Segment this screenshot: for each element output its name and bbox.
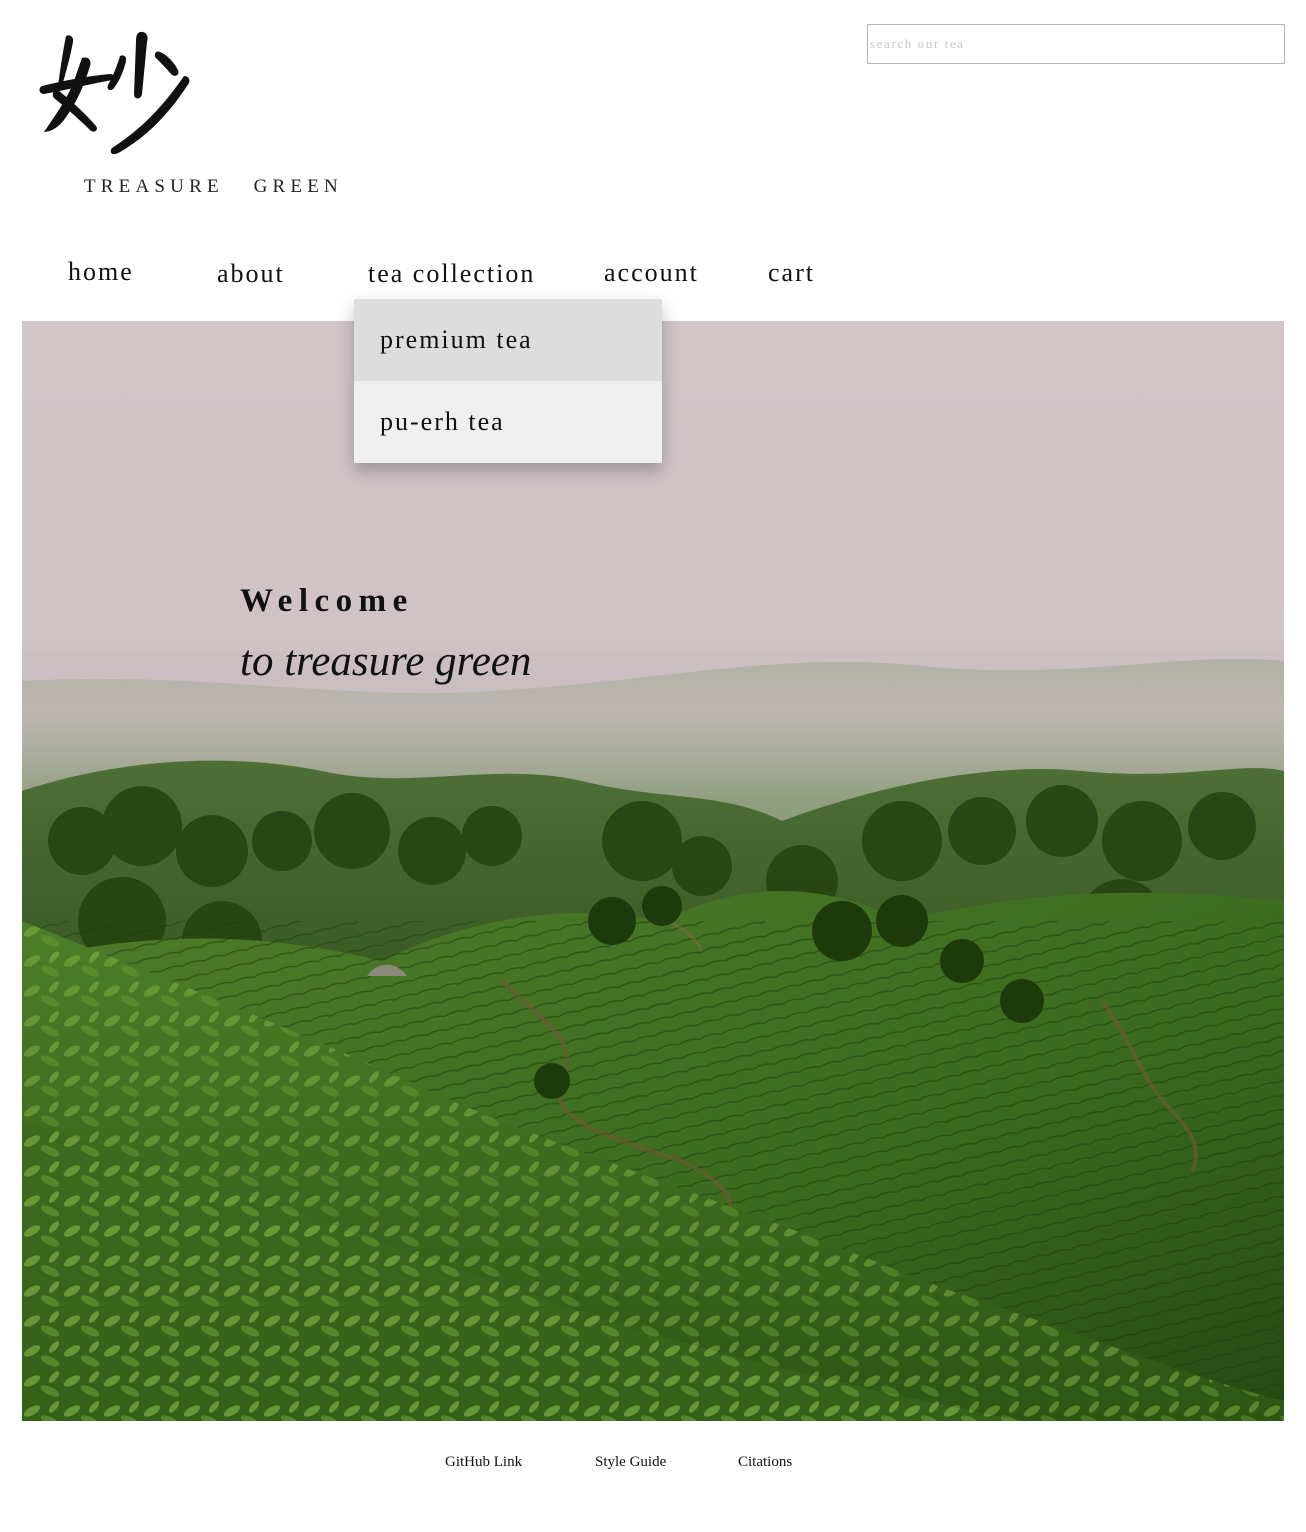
main-nav: home about tea collection account cart <box>0 250 1306 300</box>
footer-github-link[interactable]: GitHub Link <box>445 1454 522 1471</box>
footer-citations-link[interactable]: Citations <box>738 1454 792 1471</box>
hero-section: Welcome to treasure green <box>22 321 1284 1421</box>
tea-collection-dropdown: premium tea pu-erh tea <box>354 299 662 463</box>
nav-home-link[interactable]: home <box>68 257 134 287</box>
brand-name: TREASURE GREEN <box>84 176 343 197</box>
welcome-subtitle: to treasure green <box>240 638 532 685</box>
tea-plantation-image <box>22 321 1284 1421</box>
welcome-heading: Welcome <box>240 583 414 619</box>
dropdown-item-premium-tea[interactable]: premium tea <box>354 299 662 381</box>
nav-about-link[interactable]: about <box>217 259 285 289</box>
search-input[interactable] <box>867 24 1285 64</box>
logo-mark-icon <box>39 31 190 155</box>
nav-tea-collection-link[interactable]: tea collection <box>368 259 535 289</box>
nav-cart-link[interactable]: cart <box>768 258 815 288</box>
logo[interactable]: TREASURE GREEN <box>36 28 366 208</box>
dropdown-item-pu-erh-tea[interactable]: pu-erh tea <box>354 381 662 463</box>
nav-account-link[interactable]: account <box>604 258 699 288</box>
footer-style-guide-link[interactable]: Style Guide <box>595 1454 666 1471</box>
